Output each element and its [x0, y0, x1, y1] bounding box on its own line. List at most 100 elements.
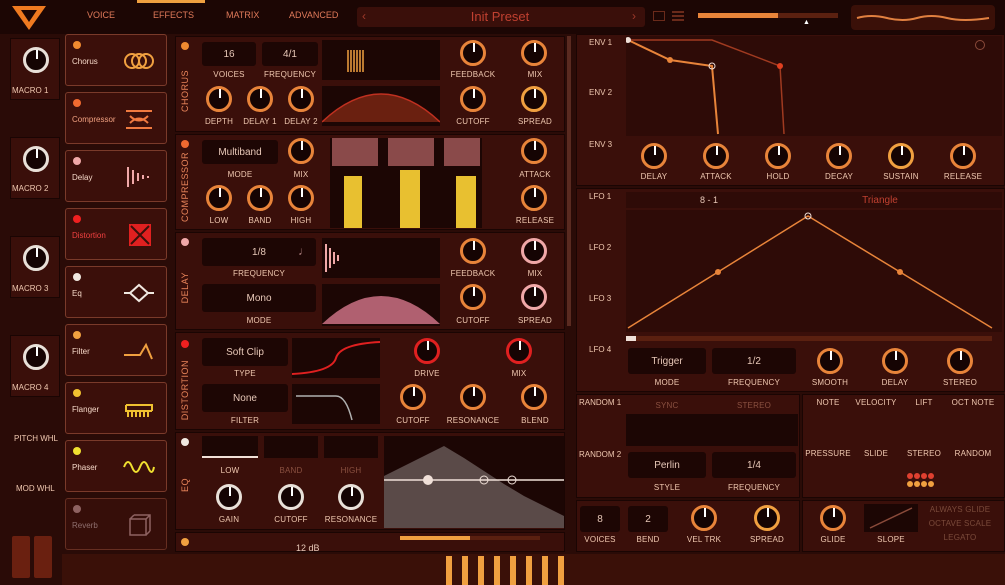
distortion-blend-knob[interactable]: [521, 384, 547, 410]
source-slide[interactable]: SLIDE: [852, 449, 900, 458]
lfo-ratio-value[interactable]: 8 - 1: [700, 195, 718, 205]
env-3-label[interactable]: ENV 3: [589, 140, 612, 149]
distortion-cutoff-knob[interactable]: [400, 384, 426, 410]
chorus-cutoff-knob[interactable]: [460, 86, 486, 112]
eq-enable-dot[interactable]: [73, 273, 81, 281]
chorus-delay2-knob[interactable]: [288, 86, 314, 112]
compressor-high-knob[interactable]: [288, 185, 314, 211]
macro-4-knob[interactable]: [23, 344, 49, 370]
pitch-bend-value[interactable]: 2: [628, 506, 668, 532]
env-sustain-knob[interactable]: [888, 143, 914, 169]
env-hold-knob[interactable]: [765, 143, 791, 169]
source-stereo[interactable]: STEREO: [900, 449, 948, 458]
source-pressure[interactable]: PRESSURE: [804, 449, 852, 458]
eq-high-shape-button[interactable]: [324, 436, 378, 458]
fx-slot-flanger[interactable]: Flanger: [65, 382, 167, 434]
lfo-smooth-knob[interactable]: [817, 348, 843, 374]
eq-resonance-knob[interactable]: [338, 484, 364, 510]
effects-scrollbar[interactable]: [567, 36, 571, 326]
preset-name[interactable]: Init Preset: [430, 9, 570, 24]
env-graph[interactable]: [625, 36, 1002, 136]
env-delay-knob[interactable]: [641, 143, 667, 169]
lfo-mode-value[interactable]: Trigger: [628, 348, 706, 374]
random-frequency-value[interactable]: 1/4: [712, 452, 796, 478]
glide-knob[interactable]: [820, 505, 846, 531]
lfo-3-label[interactable]: LFO 3: [589, 294, 611, 303]
compressor-mix-knob[interactable]: [288, 138, 314, 164]
distortion-resonance-knob[interactable]: [460, 384, 486, 410]
distortion-enable-dot-main[interactable]: [181, 340, 189, 348]
legato-toggle[interactable]: LEGATO: [924, 533, 996, 542]
distortion-mix-knob[interactable]: [506, 338, 532, 364]
env-zoom-icon[interactable]: [975, 40, 985, 50]
chorus-enable-dot-main[interactable]: [181, 42, 189, 50]
chorus-spread-knob[interactable]: [521, 86, 547, 112]
flanger-enable-dot[interactable]: [73, 389, 81, 397]
random-2-label[interactable]: RANDOM 2: [579, 450, 621, 459]
source-lift[interactable]: LIFT: [902, 398, 946, 407]
chorus-enable-dot[interactable]: [73, 41, 81, 49]
delay-mix-knob[interactable]: [521, 238, 547, 264]
delay-mode-value[interactable]: Mono: [202, 284, 316, 312]
fx-slot-phaser[interactable]: Phaser: [65, 440, 167, 492]
compressor-band-knob[interactable]: [247, 185, 273, 211]
env-1-label[interactable]: ENV 1: [589, 38, 612, 47]
env-decay-knob[interactable]: [826, 143, 852, 169]
source-random[interactable]: RANDOM: [948, 449, 998, 458]
chorus-frequency-value[interactable]: 4/1: [262, 42, 318, 66]
glide-slope-display[interactable]: [864, 504, 918, 532]
fx-slot-compressor[interactable]: Compressor: [65, 92, 167, 144]
env-release-knob[interactable]: [950, 143, 976, 169]
lfo-graph[interactable]: [626, 210, 1002, 332]
lfo-phase-bar[interactable]: [626, 336, 992, 341]
random-1-label[interactable]: RANDOM 1: [579, 398, 621, 407]
eq-low-shape-button[interactable]: [202, 436, 258, 458]
fx-slot-reverb[interactable]: Reverb: [65, 498, 167, 550]
distortion-enable-dot[interactable]: [73, 215, 81, 223]
fx-slot-distortion[interactable]: Distortion: [65, 208, 167, 260]
lfo-stereo-knob[interactable]: [947, 348, 973, 374]
mod-wheel[interactable]: [34, 536, 52, 578]
bottom-filter-slider[interactable]: [400, 536, 540, 540]
lfo-1-label[interactable]: LFO 1: [589, 192, 611, 201]
fx-slot-delay[interactable]: Delay: [65, 150, 167, 202]
chorus-voices-value[interactable]: 16: [202, 42, 256, 66]
filter-enable-dot[interactable]: [73, 331, 81, 339]
delay-enable-dot-main[interactable]: [181, 238, 189, 246]
delay-cutoff-knob[interactable]: [460, 284, 486, 310]
tab-matrix[interactable]: MATRIX: [226, 10, 259, 20]
lfo-delay-knob[interactable]: [882, 348, 908, 374]
pitch-wheel[interactable]: [12, 536, 30, 578]
tab-advanced[interactable]: ADVANCED: [289, 10, 338, 20]
chorus-mix-knob[interactable]: [521, 40, 547, 66]
env-attack-knob[interactable]: [703, 143, 729, 169]
chorus-feedback-knob[interactable]: [460, 40, 486, 66]
fx-slot-chorus[interactable]: Chorus: [65, 34, 167, 86]
random-style-value[interactable]: Perlin: [628, 452, 706, 478]
eq-band-band-tab[interactable]: BAND: [264, 466, 318, 475]
fx-slot-eq[interactable]: Eq: [65, 266, 167, 318]
compressor-enable-dot-main[interactable]: [181, 140, 189, 148]
save-icon[interactable]: [653, 11, 665, 21]
compressor-release-knob[interactable]: [521, 185, 547, 211]
compressor-enable-dot[interactable]: [73, 99, 81, 107]
eq-band-shape-button[interactable]: [264, 436, 318, 458]
source-velocity[interactable]: VELOCITY: [852, 398, 900, 407]
eq-gain-knob[interactable]: [216, 484, 242, 510]
compressor-attack-knob[interactable]: [521, 138, 547, 164]
macro-1-knob[interactable]: [23, 47, 49, 73]
chorus-depth-knob[interactable]: [206, 86, 232, 112]
tab-effects[interactable]: EFFECTS: [153, 10, 194, 20]
delay-feedback-knob[interactable]: [460, 238, 486, 264]
tab-voice[interactable]: VOICE: [87, 10, 115, 20]
lfo-2-label[interactable]: LFO 2: [589, 243, 611, 252]
octave-scale-toggle[interactable]: OCTAVE SCALE: [924, 519, 996, 528]
eq-spectrum-display[interactable]: [384, 436, 564, 528]
volume-pointer-icon[interactable]: ▲: [803, 19, 810, 26]
vel-trk-knob[interactable]: [691, 505, 717, 531]
macro-2-knob[interactable]: [23, 146, 49, 172]
eq-band-high-tab[interactable]: HIGH: [324, 466, 378, 475]
distortion-filter-value[interactable]: None: [202, 384, 288, 412]
distortion-type-value[interactable]: Soft Clip: [202, 338, 288, 366]
delay-spread-knob[interactable]: [521, 284, 547, 310]
